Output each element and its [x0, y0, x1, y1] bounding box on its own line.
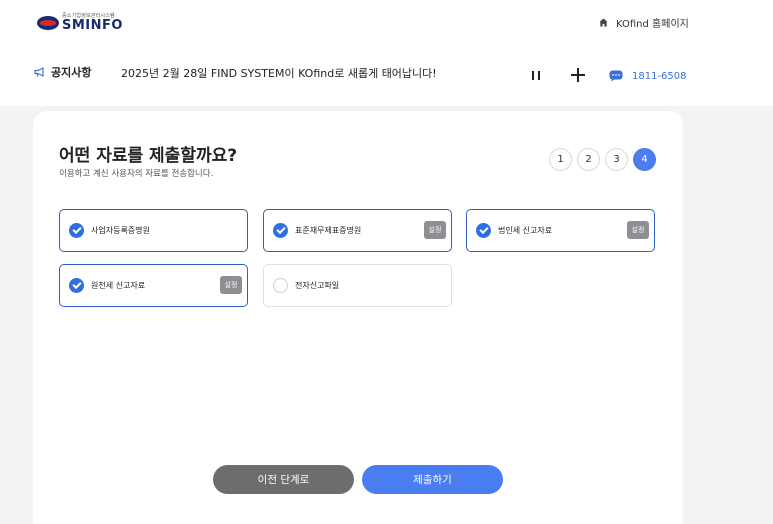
settings-badge-button[interactable]: 설정 — [424, 221, 446, 239]
chat-icon — [609, 70, 623, 82]
option-label: 전자신고파일 — [295, 281, 340, 290]
logo-emblem — [37, 16, 59, 30]
option-withholding-tax[interactable]: 원천세 신고자료 설정 — [59, 264, 248, 307]
pause-icon — [532, 71, 534, 80]
check-icon — [69, 223, 84, 238]
submission-card: 어떤 자료를 제출할까요? 이용하고 계신 사용자의 자료를 전송합니다. 1 … — [33, 111, 683, 524]
logo-wordmark: SMINFO — [62, 18, 123, 33]
home-icon — [599, 18, 608, 27]
more-notices-button[interactable] — [571, 68, 585, 82]
notice-label: 공지사항 — [51, 66, 92, 79]
step-4-current: 4 — [633, 148, 656, 171]
notice-section: 공지사항 — [34, 64, 91, 80]
option-e-filing-file[interactable]: 전자신고파일 — [263, 264, 452, 307]
unchecked-circle-icon — [273, 278, 288, 293]
option-label: 법인세 신고자료 — [498, 226, 553, 235]
option-financial-statements[interactable]: 표준재무제표증명원 설정 — [263, 209, 452, 252]
step-1: 1 — [549, 148, 572, 171]
check-icon — [69, 278, 84, 293]
pause-notice-button[interactable] — [532, 71, 540, 80]
megaphone-icon — [34, 67, 44, 77]
phone-number: 1811-6508 — [632, 70, 687, 82]
step-3: 3 — [605, 148, 628, 171]
option-label: 원천세 신고자료 — [91, 281, 146, 290]
option-label: 사업자등록증명원 — [91, 226, 150, 235]
kofind-home-link[interactable]: KOfind 홈페이지 — [599, 15, 689, 30]
top-header: 중소기업정보관리시스템 SMINFO KOfind 홈페이지 공지사항 2025… — [0, 0, 773, 106]
check-icon — [476, 223, 491, 238]
step-2: 2 — [577, 148, 600, 171]
home-link-label: KOfind 홈페이지 — [616, 19, 689, 30]
sminfo-logo[interactable]: 중소기업정보관리시스템 SMINFO — [37, 14, 123, 32]
submit-button[interactable]: 제출하기 — [362, 465, 503, 494]
settings-badge-button[interactable]: 설정 — [220, 276, 242, 294]
option-corporate-tax[interactable]: 법인세 신고자료 설정 — [466, 209, 655, 252]
step-indicator: 1 2 3 4 — [549, 148, 661, 171]
page-subtitle: 이용하고 계신 사용자의 자료를 전송합니다. — [59, 169, 214, 179]
option-label: 표준재무제표증명원 — [295, 226, 362, 235]
check-icon — [273, 223, 288, 238]
contact-phone[interactable]: 1811-6508 — [609, 70, 687, 82]
settings-badge-button[interactable]: 설정 — [627, 221, 649, 239]
notice-text[interactable]: 2025년 2월 28일 FIND SYSTEM이 KOfind로 새롭게 태어… — [121, 65, 437, 81]
option-business-registration[interactable]: 사업자등록증명원 — [59, 209, 248, 252]
page-title: 어떤 자료를 제출할까요? — [59, 146, 238, 166]
previous-step-button[interactable]: 이전 단계로 — [213, 465, 354, 494]
